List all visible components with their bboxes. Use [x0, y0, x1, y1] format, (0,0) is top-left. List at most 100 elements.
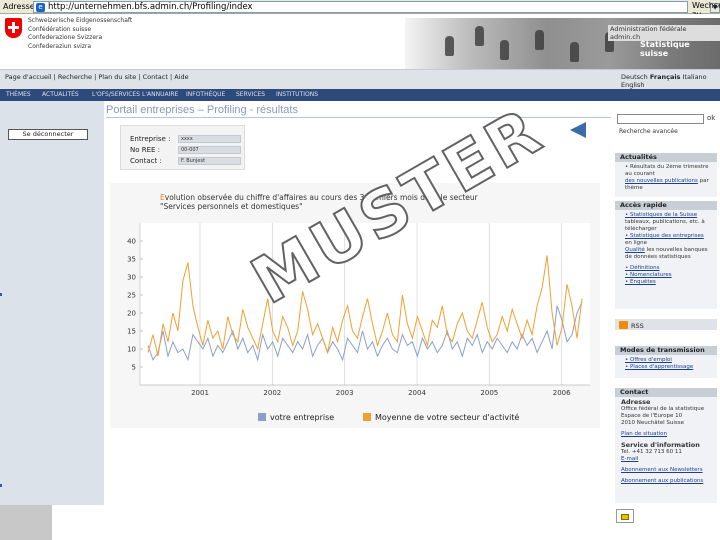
left-marker: [0, 484, 2, 487]
contact-box-title: Contact: [615, 388, 717, 397]
rss-label: RSS: [631, 322, 644, 330]
quick-link[interactable]: • Statistique des entreprises: [625, 233, 713, 240]
status-area: [0, 505, 52, 540]
x-tick-label: 2002: [263, 389, 281, 397]
confederation-fr: Confédération suisse: [28, 25, 92, 33]
y-tick-label: 5: [132, 364, 136, 372]
news-line: au courant: [625, 171, 655, 177]
legend-company: votre entreprise: [258, 413, 334, 422]
confederation-rm: Confederaziun svizra: [28, 42, 92, 50]
photo-person: [570, 42, 579, 62]
lang-it[interactable]: Italiano: [683, 73, 707, 81]
site-header: Schweizerische Eidgenossenschaft Confédé…: [0, 14, 720, 69]
enterprise-label: Entreprise :: [130, 135, 171, 143]
quick-line: en ligne: [625, 240, 648, 246]
confederation-de: Schweizerische Eidgenossenschaft: [28, 17, 133, 24]
newsletter-link[interactable]: Abonnement aux Newsletters: [621, 467, 713, 474]
legend-company-label: votre entreprise: [270, 413, 335, 422]
enterprise-value: xxxx: [178, 135, 241, 143]
y-tick-label: 25: [127, 292, 136, 300]
search-input[interactable]: [617, 114, 704, 124]
definitions-link[interactable]: • Définitions: [625, 265, 713, 272]
email-link[interactable]: E-mail: [621, 456, 713, 463]
info-service-heading: Service d'information: [621, 441, 700, 449]
advanced-search-link[interactable]: Recherche avancée: [619, 128, 678, 135]
photo-person: [445, 36, 454, 56]
legend-sector: Moyenne de votre secteur d'activité: [363, 413, 519, 422]
address-label: Adresse: [3, 2, 35, 11]
photo-person: [475, 26, 484, 46]
news-box: Actualités • Résultats du 2ème trimestre…: [615, 153, 717, 197]
lock-icon: [616, 509, 634, 523]
contact-box-text: Adresse Office fédéral de la statistique…: [615, 397, 717, 487]
surveys-link[interactable]: • Enquêtes: [625, 279, 713, 286]
jobs-link[interactable]: • Offres d'emploi: [625, 357, 713, 364]
rss-row: RSS: [615, 319, 717, 332]
title-divider: [106, 117, 611, 118]
utility-links[interactable]: Page d'accueil | Recherche | Plan du sit…: [5, 73, 189, 81]
confederation-names: Schweizerische Eidgenossenschaft Confédé…: [28, 17, 132, 51]
url-text: http://unternehmen.bfs.admin.ch/Profilin…: [48, 2, 253, 12]
y-tick-label: 35: [127, 256, 136, 264]
lang-de[interactable]: Deutsch: [621, 73, 648, 81]
photo-person: [500, 40, 509, 60]
confederation-it: Confederazione Svizzera: [28, 34, 103, 41]
ree-value: 00-007: [178, 146, 241, 154]
go-button[interactable]: Wechseln zu: [692, 1, 720, 19]
admin-link[interactable]: Administration fédérale admin.ch: [608, 25, 720, 41]
logout-button[interactable]: Se déconnecter: [8, 129, 88, 140]
quick-access-title: Accès rapide: [615, 201, 717, 210]
photo-person: [535, 30, 544, 50]
main-nav: THÈMES ACTUALITÉS L'OFS/SERVICES L'ANNUA…: [0, 89, 720, 101]
lang-en[interactable]: English: [621, 81, 644, 89]
left-marker: [0, 293, 2, 296]
url-input[interactable]: e http://unternehmen.bfs.admin.ch/Profil…: [33, 1, 720, 13]
rss-icon: [619, 321, 628, 329]
ree-label: No REE :: [130, 146, 161, 154]
lang-fr: Français: [649, 73, 681, 81]
language-switcher: Deutsch Français Italiano English: [621, 73, 707, 89]
transmission-text: • Offres d'emploi • Places d'apprentissa…: [615, 355, 717, 373]
rss-box[interactable]: RSS: [615, 319, 717, 330]
office-name: Statistique suisse: [640, 40, 690, 58]
nav-item-infotheque[interactable]: INFOTHÈQUE: [186, 91, 225, 98]
lock-body: [621, 514, 629, 520]
ie-page-icon: e: [36, 3, 45, 12]
legend-swatch-company: [258, 413, 266, 421]
back-arrow-icon[interactable]: [570, 122, 586, 138]
nav-item-institutions[interactable]: INSTITUTIONS: [276, 91, 318, 98]
page-title: Portail entreprises – Profiling - résult…: [106, 104, 298, 116]
news-link[interactable]: des nouvelles publications: [625, 178, 698, 184]
news-line: • Résultats du 2ème trimestre: [625, 164, 709, 170]
swiss-flag-logo: [5, 18, 22, 38]
nav-item-themes[interactable]: THÈMES: [6, 91, 31, 98]
contact-box: Contact Adresse Office fédéral de la sta…: [615, 388, 717, 503]
nav-item-services[interactable]: L'OFS/SERVICES: [92, 91, 140, 98]
address-heading: Adresse: [621, 398, 651, 406]
nav-item-directory[interactable]: L'ANNUAIRE: [142, 91, 178, 98]
contact-value: F. Bunjest: [178, 157, 241, 165]
quick-access-text: • Statistiques de la Suisse tableaux, pu…: [615, 210, 717, 288]
x-tick-label: 2006: [553, 389, 571, 397]
quality-link[interactable]: Qualité: [625, 247, 645, 253]
address-line: Espace de l'Europe 10: [621, 413, 683, 419]
apprenticeship-link[interactable]: • Places d'apprentissage: [625, 364, 713, 371]
x-tick-label: 2004: [408, 389, 426, 397]
publications-link[interactable]: Abonnement aux publications: [621, 478, 713, 485]
y-tick-label: 20: [127, 310, 136, 318]
y-tick-label: 10: [127, 346, 136, 354]
y-tick-label: 40: [127, 238, 136, 246]
nomenclatures-link[interactable]: • Nomenclatures: [625, 272, 713, 279]
chart-title-line2: "Services personnels et domestiques": [160, 202, 303, 211]
nav-item-services2[interactable]: SERVICES: [236, 91, 265, 98]
address-line: 2010 Neuchâtel Suisse: [621, 420, 685, 426]
quick-link[interactable]: • Statistiques de la Suisse: [625, 212, 713, 219]
transmission-title: Modes de transmission: [615, 346, 717, 355]
y-tick-label: 30: [127, 274, 136, 282]
legend-sector-label: Moyenne de votre secteur d'activité: [375, 413, 520, 422]
x-tick-label: 2003: [336, 389, 354, 397]
map-link[interactable]: Plan de situation: [621, 431, 713, 438]
address-line: Office fédéral de la statistique: [621, 406, 705, 412]
nav-item-news[interactable]: ACTUALITÉS: [42, 91, 79, 98]
search-go-button[interactable]: ok: [707, 114, 715, 122]
